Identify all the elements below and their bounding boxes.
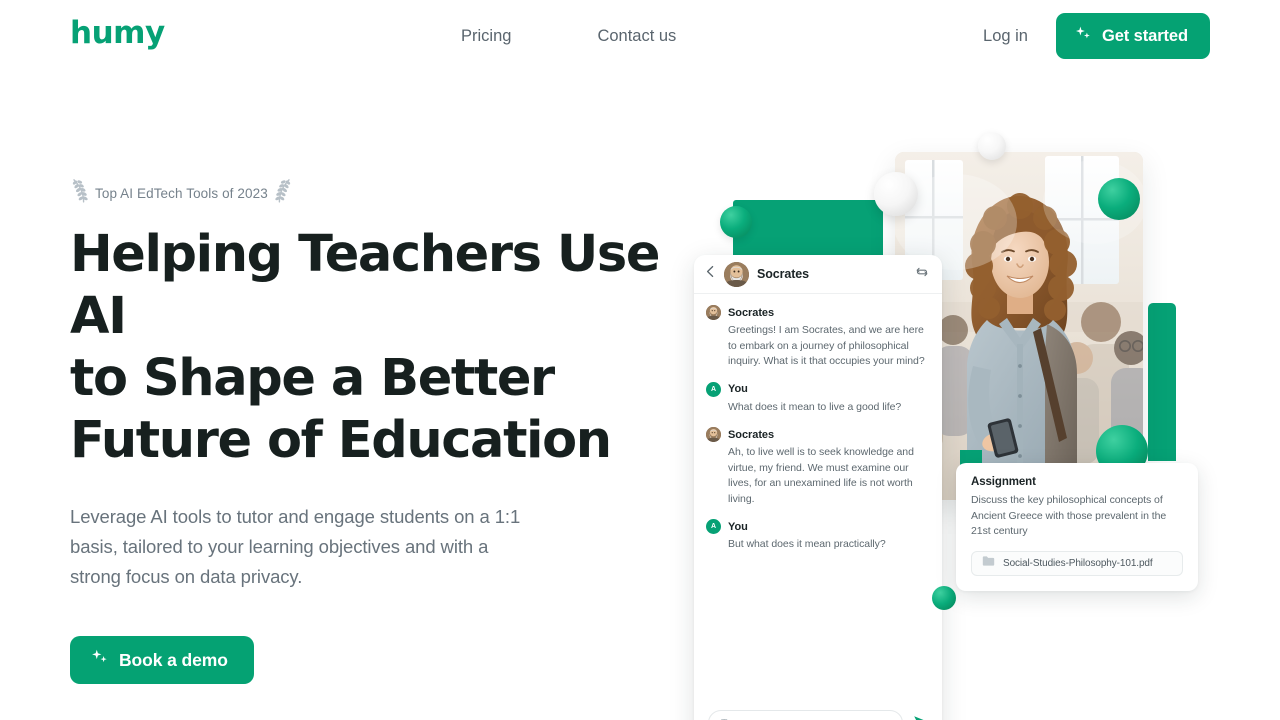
chat-message: A You But what does it mean practically? xyxy=(706,519,930,553)
chevron-left-icon[interactable] xyxy=(705,265,716,283)
hero-illustration: Socrates Socrates Greetings! I am Socrat… xyxy=(660,110,1280,720)
decorative-sphere-green-small-bottom xyxy=(932,586,956,610)
chat-message-author: You xyxy=(728,520,748,533)
socrates-avatar xyxy=(724,261,749,287)
send-icon[interactable] xyxy=(912,713,928,720)
chat-message-author: Socrates xyxy=(728,306,775,319)
chat-message-header: A You xyxy=(706,381,930,397)
chat-message: Socrates Greetings! I am Socrates, and w… xyxy=(706,305,930,370)
assignment-file-chip[interactable]: Social-Studies-Philosophy-101.pdf xyxy=(971,550,1183,576)
nav-link-pricing[interactable]: Pricing xyxy=(461,24,511,48)
page-title: Helping Teachers Use AI to Shape a Bette… xyxy=(70,224,670,472)
laurel-branch-icon xyxy=(274,178,293,209)
chat-card: Socrates Socrates Greetings! I am Socrat… xyxy=(694,255,942,720)
page-title-line-1: Helping Teachers Use AI xyxy=(70,225,660,346)
hero-section: Top AI EdTech Tools of 2023 Helping Teac… xyxy=(70,178,690,684)
chat-message-author: You xyxy=(728,383,748,395)
socrates-avatar xyxy=(706,427,721,442)
book-a-demo-button[interactable]: Book a demo xyxy=(70,636,254,684)
book-a-demo-button-label: Book a demo xyxy=(119,649,228,670)
chat-message-text: What does it mean to live a good life? xyxy=(728,400,902,413)
chat-message-author: Socrates xyxy=(728,428,775,441)
assignment-card: Assignment Discuss the key philosophical… xyxy=(956,463,1198,591)
assignment-file-name: Social-Studies-Philosophy-101.pdf xyxy=(1003,557,1153,569)
decorative-green-bar-right xyxy=(1148,303,1176,461)
main-navigation: Pricing Contact us xyxy=(461,24,676,48)
chat-message-header: A You xyxy=(706,519,930,534)
chat-message: A You What does it mean to live a good l… xyxy=(706,381,930,416)
assignment-title: Assignment xyxy=(971,476,1036,488)
chat-message-list: Socrates Greetings! I am Socrates, and w… xyxy=(694,294,942,703)
assignment-description: Discuss the key philosophical concepts o… xyxy=(971,494,1167,537)
chat-message-header: Socrates xyxy=(706,305,930,320)
socrates-avatar xyxy=(706,305,721,320)
hero-subtitle: Leverage AI tools to tutor and engage st… xyxy=(70,506,521,587)
award-badge: Top AI EdTech Tools of 2023 xyxy=(70,178,690,208)
chat-input[interactable] xyxy=(708,710,903,720)
chat-message: Socrates Ah, to live well is to seek kno… xyxy=(706,427,930,507)
sparkle-icon xyxy=(90,648,109,672)
decorative-sphere-green-top-right xyxy=(1098,178,1140,220)
chat-header: Socrates xyxy=(694,255,942,294)
sparkle-icon xyxy=(1074,25,1092,48)
chat-title: Socrates xyxy=(757,267,810,281)
get-started-button-label: Get started xyxy=(1101,26,1188,45)
page-title-line-3: Future of Education xyxy=(70,411,612,470)
site-header: humy Pricing Contact us Log in Get start… xyxy=(0,0,1280,72)
chat-composer xyxy=(694,703,942,720)
decorative-green-block xyxy=(733,200,883,256)
nav-link-contact-us[interactable]: Contact us xyxy=(597,24,676,48)
decorative-sphere-white-large xyxy=(874,172,918,216)
login-link[interactable]: Log in xyxy=(983,24,1028,48)
decorative-sphere-white-small xyxy=(978,132,1006,160)
page-title-line-2: to Shape a Better xyxy=(70,349,555,408)
chat-message-text: Ah, to live well is to seek knowledge an… xyxy=(728,446,914,505)
get-started-button[interactable]: Get started xyxy=(1055,13,1210,59)
logo[interactable]: humy xyxy=(70,18,165,49)
user-avatar: A xyxy=(706,381,721,397)
award-badge-label: Top AI EdTech Tools of 2023 xyxy=(95,185,268,201)
chat-message-text: But what does it mean practically? xyxy=(728,538,886,550)
chat-message-header: Socrates xyxy=(706,427,930,442)
file-icon xyxy=(982,554,995,572)
refresh-icon[interactable] xyxy=(915,265,929,284)
decorative-sphere-green-left xyxy=(720,206,752,238)
user-avatar: A xyxy=(706,519,721,534)
laurel-branch-icon xyxy=(70,178,89,209)
chat-message-text: Greetings! I am Socrates, and we are her… xyxy=(728,324,925,367)
header-actions: Log in Get started xyxy=(983,13,1210,59)
